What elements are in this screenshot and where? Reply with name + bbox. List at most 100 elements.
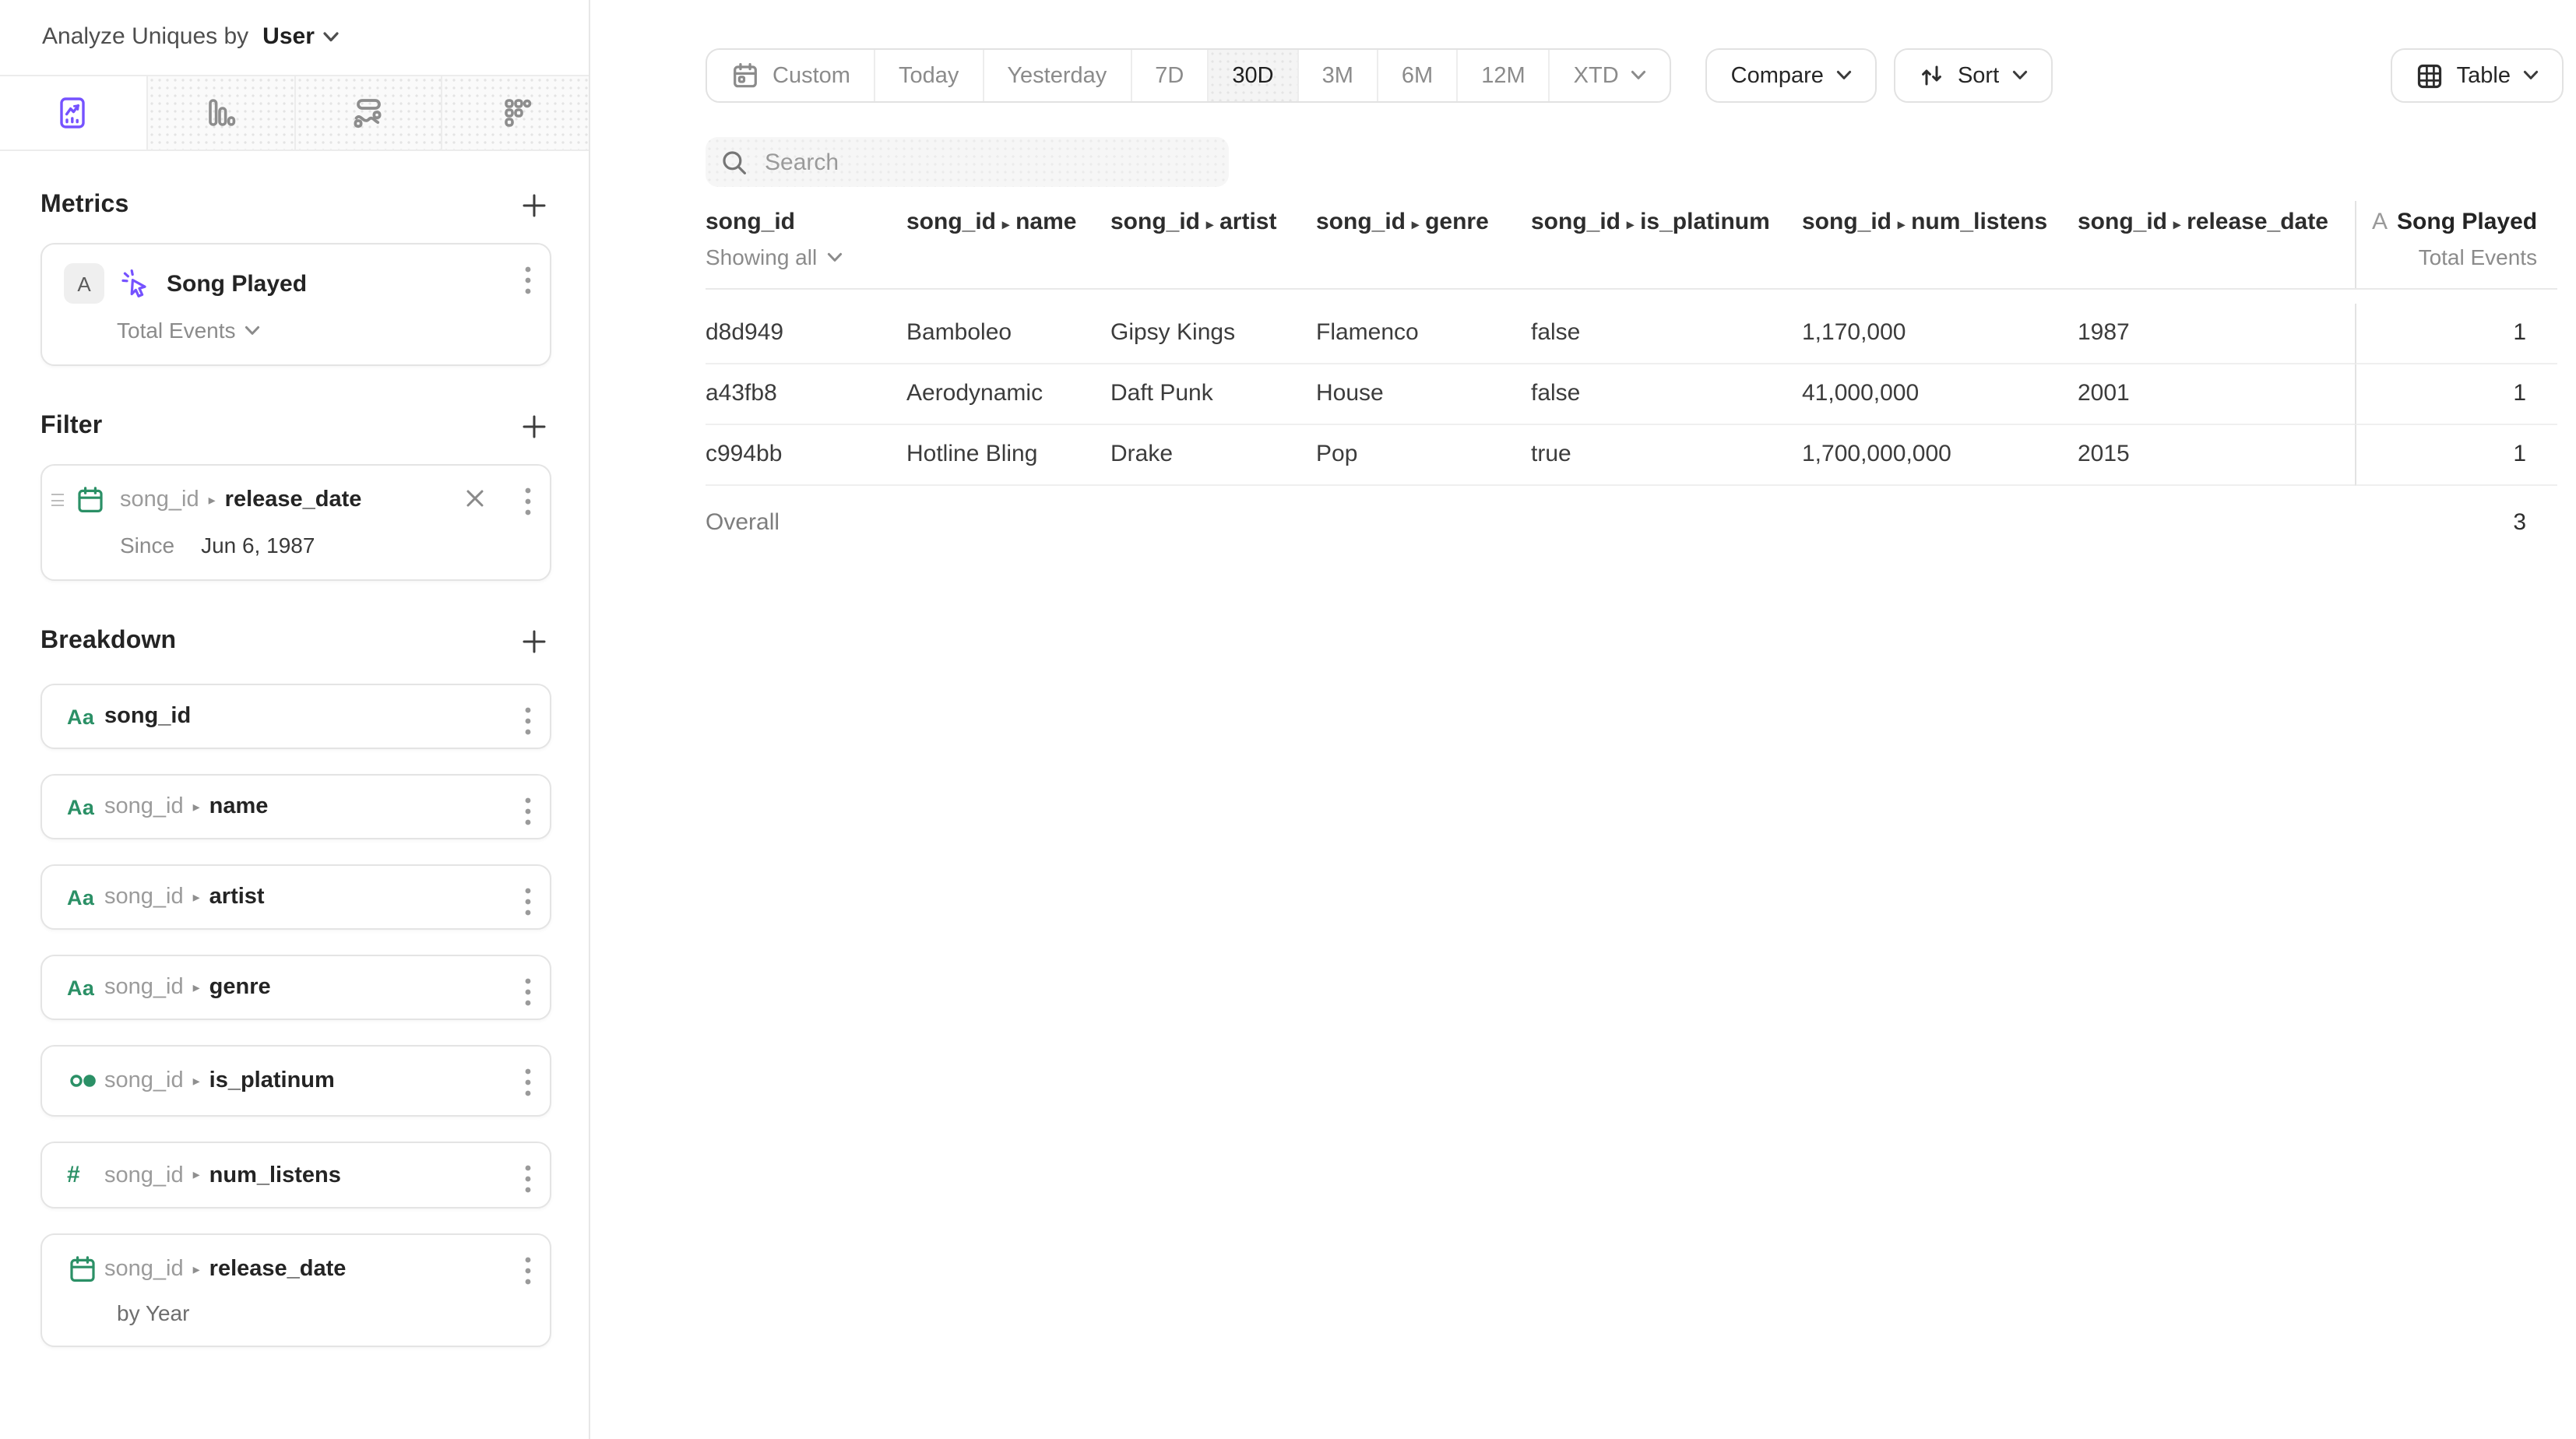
cell-release-date: 2001 (2078, 364, 2355, 425)
metric-kebab-menu[interactable] (525, 266, 531, 294)
column-header-artist[interactable]: song_id▸artist (1110, 201, 1316, 288)
tab-insights[interactable] (0, 76, 146, 150)
add-metric-button[interactable] (517, 188, 551, 223)
cell-song-id: c994bb (706, 425, 906, 486)
chevron-down-icon (2523, 70, 2539, 81)
property-separator: ▸ (193, 979, 200, 996)
column-header-is-platinum[interactable]: song_id▸is_platinum (1531, 201, 1802, 288)
date-range-3m[interactable]: 3M (1297, 50, 1377, 101)
metric-event-name: Song Played (167, 270, 307, 297)
cell-metric-value: 1 (2355, 425, 2557, 486)
property-separator: ▸ (209, 491, 216, 508)
date-range-label: XTD (1574, 63, 1619, 88)
filter-kebab-menu[interactable] (525, 487, 531, 515)
property-separator: ▸ (1206, 216, 1213, 232)
column-header-parent: song_id (1802, 209, 1892, 235)
cell-genre: Flamenco (1316, 304, 1531, 364)
column-header-parent: song_id (906, 209, 996, 235)
tab-funnels[interactable] (146, 76, 294, 150)
calendar-icon (730, 61, 760, 90)
tab-flows[interactable] (294, 76, 442, 150)
remove-filter-icon[interactable] (466, 489, 484, 508)
date-range-selector: Custom Today Yesterday 7D 30D 3M 6M 12M … (706, 48, 1672, 103)
showing-all-selector[interactable]: Showing all (706, 245, 891, 269)
sort-label: Sort (1958, 63, 1999, 88)
breakdown-kebab-menu[interactable] (525, 1165, 531, 1193)
analysis-entity-selector[interactable]: User (262, 23, 315, 50)
breakdown-kebab-menu[interactable] (525, 797, 531, 825)
calendar-icon (75, 484, 106, 515)
cell-name: Aerodynamic (906, 364, 1110, 425)
cell-num-listens: 41,000,000 (1802, 364, 2078, 425)
column-header-num-listens[interactable]: song_id▸num_listens (1802, 201, 2078, 288)
filter-property: release_date (225, 487, 362, 512)
cell-num-listens: 1,170,000 (1802, 304, 2078, 364)
breakdown-card[interactable]: song_id ▸ release_date by Year (40, 1233, 551, 1347)
overall-empty-cell (1110, 486, 1316, 561)
column-header-song-id[interactable]: song_id Showing all (706, 201, 906, 288)
overall-empty-cell (1531, 486, 1802, 561)
column-header-label: is_platinum (1640, 209, 1770, 235)
breakdown-card[interactable]: # song_id ▸ num_listens (40, 1142, 551, 1209)
breakdown-kebab-menu[interactable] (525, 1068, 531, 1096)
metric-aggregation-selector[interactable]: Total Events (117, 318, 531, 343)
chevron-down-icon (1631, 70, 1647, 81)
search-icon (721, 149, 748, 175)
breakdown-kebab-menu[interactable] (525, 1257, 531, 1285)
filter-value[interactable]: Jun 6, 1987 (201, 533, 315, 558)
breakdown-property: release_date (209, 1257, 347, 1282)
plus-icon (522, 414, 547, 439)
column-header-name[interactable]: song_id▸name (906, 201, 1110, 288)
compare-button[interactable]: Compare (1706, 48, 1877, 103)
breakdown-card[interactable]: Aa song_id ▸ genre (40, 955, 551, 1020)
search-input[interactable] (762, 147, 1213, 177)
breakdown-card[interactable]: Aa song_id ▸ artist (40, 864, 551, 930)
date-range-today[interactable]: Today (874, 50, 982, 101)
date-range-custom[interactable]: Custom (707, 50, 874, 101)
visualization-type-button[interactable]: Table (2391, 48, 2564, 103)
date-range-xtd[interactable]: XTD (1549, 50, 1670, 101)
filter-card[interactable]: song_id ▸ release_date Since Jun 6, 1987 (40, 464, 551, 581)
column-header-label: num_listens (1911, 209, 2047, 235)
column-header-genre[interactable]: song_id▸genre (1316, 201, 1531, 288)
filter-operator[interactable]: Since (120, 533, 174, 558)
chevron-down-icon (1836, 70, 1852, 81)
tab-retention[interactable] (442, 76, 589, 150)
breakdown-kebab-menu[interactable] (525, 888, 531, 916)
breakdown-title: Breakdown (40, 628, 176, 656)
drag-handle-icon[interactable] (51, 494, 64, 506)
breakdown-card[interactable]: song_id ▸ is_platinum (40, 1045, 551, 1117)
sort-button[interactable]: Sort (1894, 48, 2052, 103)
date-range-30d[interactable]: 30D (1207, 50, 1297, 101)
breakdown-card[interactable]: Aa song_id (40, 684, 551, 749)
breakdown-bucket-modifier[interactable]: by Year (117, 1300, 531, 1325)
add-breakdown-button[interactable] (517, 625, 551, 659)
date-range-12m[interactable]: 12M (1456, 50, 1548, 101)
column-header-label: release_date (2187, 209, 2328, 235)
breakdown-parent-property: song_id (104, 794, 184, 819)
cell-release-date: 2015 (2078, 425, 2355, 486)
add-filter-button[interactable] (517, 410, 551, 444)
breakdown-kebab-menu[interactable] (525, 978, 531, 1006)
breakdown-card[interactable]: Aa song_id ▸ name (40, 774, 551, 839)
metric-card[interactable]: A Song Played Total Events (40, 243, 551, 366)
column-header-release-date[interactable]: song_id▸release_date (2078, 201, 2355, 288)
table-search-bar[interactable] (706, 137, 1229, 187)
property-separator: ▸ (193, 888, 200, 906)
date-range-yesterday[interactable]: Yesterday (982, 50, 1130, 101)
property-separator: ▸ (1412, 216, 1419, 232)
column-header-metric[interactable]: ASong Played Total Events (2355, 201, 2568, 288)
property-separator: ▸ (193, 1072, 200, 1089)
date-range-6m[interactable]: 6M (1377, 50, 1456, 101)
breakdown-kebab-menu[interactable] (525, 707, 531, 735)
chevron-down-icon (245, 325, 261, 336)
flows-icon (350, 94, 387, 132)
cell-artist: Gipsy Kings (1110, 304, 1316, 364)
property-separator: ▸ (1627, 216, 1634, 232)
date-range-7d[interactable]: 7D (1130, 50, 1207, 101)
column-header-parent: song_id (1110, 209, 1200, 235)
event-click-icon (118, 266, 154, 301)
cell-release-date: 1987 (2078, 304, 2355, 364)
date-range-label: Today (899, 63, 959, 88)
date-range-label: Custom (772, 63, 850, 88)
